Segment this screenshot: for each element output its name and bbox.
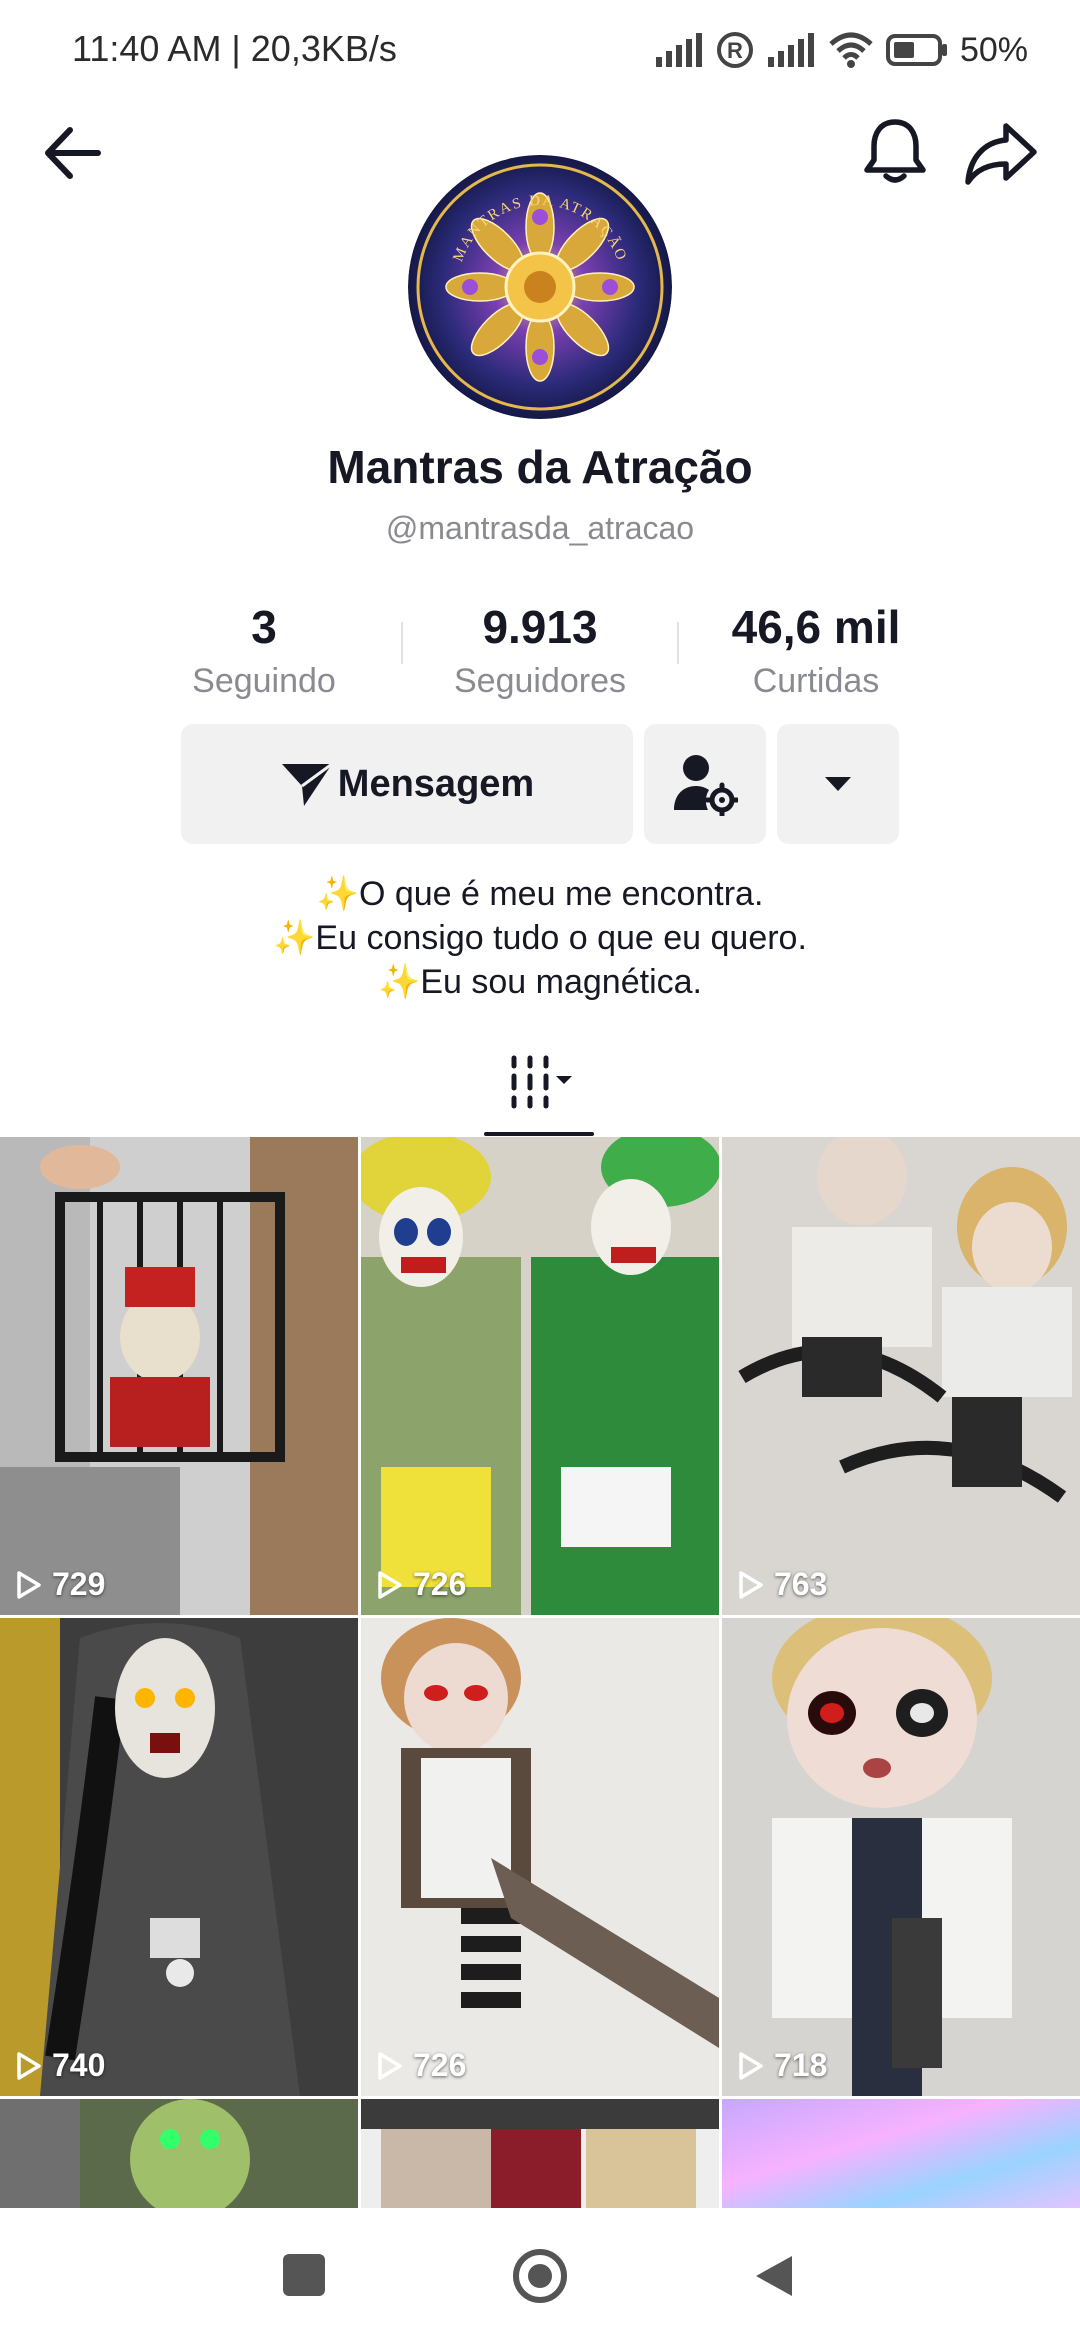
following-label: Seguindo [192,662,336,700]
play-icon [17,2051,41,2080]
play-icon [739,2051,763,2080]
stat-followers[interactable]: 9.913 Seguidores [430,598,650,706]
video-thumbnail[interactable] [361,2099,719,2208]
send-icon [281,762,333,806]
bio-line: ✨Eu sou magnética. [378,963,702,1001]
home-circle-icon [513,2249,567,2303]
video-thumbnail[interactable]: 726 [361,1618,719,2096]
svg-text:R: R [727,38,743,63]
video-thumbnail[interactable]: 740 [0,1618,358,2096]
signal-icon [655,33,702,67]
thumbnail-image [361,1618,719,2096]
message-label: Mensagem [337,762,535,805]
play-icon [378,2051,402,2080]
wifi-icon [829,32,873,68]
stat-divider [401,622,403,664]
share-icon [965,123,1037,185]
view-count: 740 [16,2047,105,2084]
view-count: 718 [738,2047,827,2084]
battery-percent: 50% [959,30,1028,69]
view-count: 726 [377,1566,466,1603]
status-icons: R 50% [654,28,1028,72]
registered-icon: R [716,32,753,68]
mandala-logo: MANTRAS DA ATRAÇÃO [408,155,672,419]
thumbnail-image [0,1137,358,1615]
thumbnail-image [722,1618,1080,2096]
profile-bio: ✨O que é meu me encontra. ✨Eu consigo tu… [0,872,1080,1004]
view-count: 729 [16,1566,105,1603]
view-count: 763 [738,1566,827,1603]
status-time: 11:40 AM | 20,3KB/s [72,28,397,69]
video-thumbnail[interactable]: 718 [722,1618,1080,2096]
thumbnail-image [361,1137,719,1615]
thumbnail-image [722,2099,1080,2208]
system-nav-bar [0,2208,1080,2340]
message-button[interactable]: Mensagem [181,724,633,844]
thumbnail-image [722,1137,1080,1615]
thumbnail-image [0,1618,358,2096]
view-count: 726 [377,2047,466,2084]
signal-icon-2 [767,33,814,67]
likes-label: Curtidas [752,662,880,700]
followers-label: Seguidores [453,662,626,700]
video-thumbnail[interactable]: 729 [0,1137,358,1615]
sparkle-icon: ✨ [378,963,421,1001]
arrow-left-icon [45,127,101,179]
sparkle-icon: ✨ [273,919,316,957]
tab-videos[interactable] [484,1046,594,1136]
grid-icon [511,1055,572,1109]
user-settings-icon [674,755,738,816]
profile-name: Mantras da Atração [327,441,753,493]
play-icon [17,1570,41,1599]
home-button[interactable] [512,2248,568,2304]
play-icon [739,1570,763,1599]
system-back-button[interactable] [752,2252,796,2300]
status-bar: 11:40 AM | 20,3KB/s R 50% [0,0,1080,100]
followers-count: 9.913 [482,601,598,653]
recent-apps-button[interactable] [283,2254,325,2296]
thumbnail-image [0,2099,358,2208]
share-button[interactable] [964,118,1040,188]
notifications-button[interactable] [860,114,930,190]
avatar[interactable]: MANTRAS DA ATRAÇÃO [408,155,672,419]
tab-indicator [484,1132,594,1136]
bell-icon [864,119,926,183]
back-button[interactable] [38,118,108,188]
stat-divider [677,622,679,664]
sparkle-icon: ✨ [316,875,359,913]
following-count: 3 [251,601,277,653]
play-icon [378,1570,402,1599]
video-thumbnail[interactable]: 763 [722,1137,1080,1615]
video-thumbnail[interactable] [722,2099,1080,2208]
bio-line: ✨O que é meu me encontra. [316,875,764,913]
video-thumbnail[interactable]: 726 [361,1137,719,1615]
bio-line: ✨Eu consigo tudo o que eu quero. [273,919,807,957]
battery-icon [885,34,947,66]
thumbnail-image [361,2099,719,2208]
stat-following[interactable]: 3 Seguindo [164,598,364,706]
video-thumbnail[interactable] [0,2099,358,2208]
friend-settings-button[interactable] [644,724,766,844]
caret-down-icon [825,777,851,791]
stat-likes[interactable]: 46,6 mil Curtidas [710,598,922,706]
more-options-button[interactable] [777,724,899,844]
profile-handle: @mantrasda_atracao [385,510,695,546]
triangle-back-icon [756,2256,792,2296]
likes-count: 46,6 mil [731,601,901,653]
